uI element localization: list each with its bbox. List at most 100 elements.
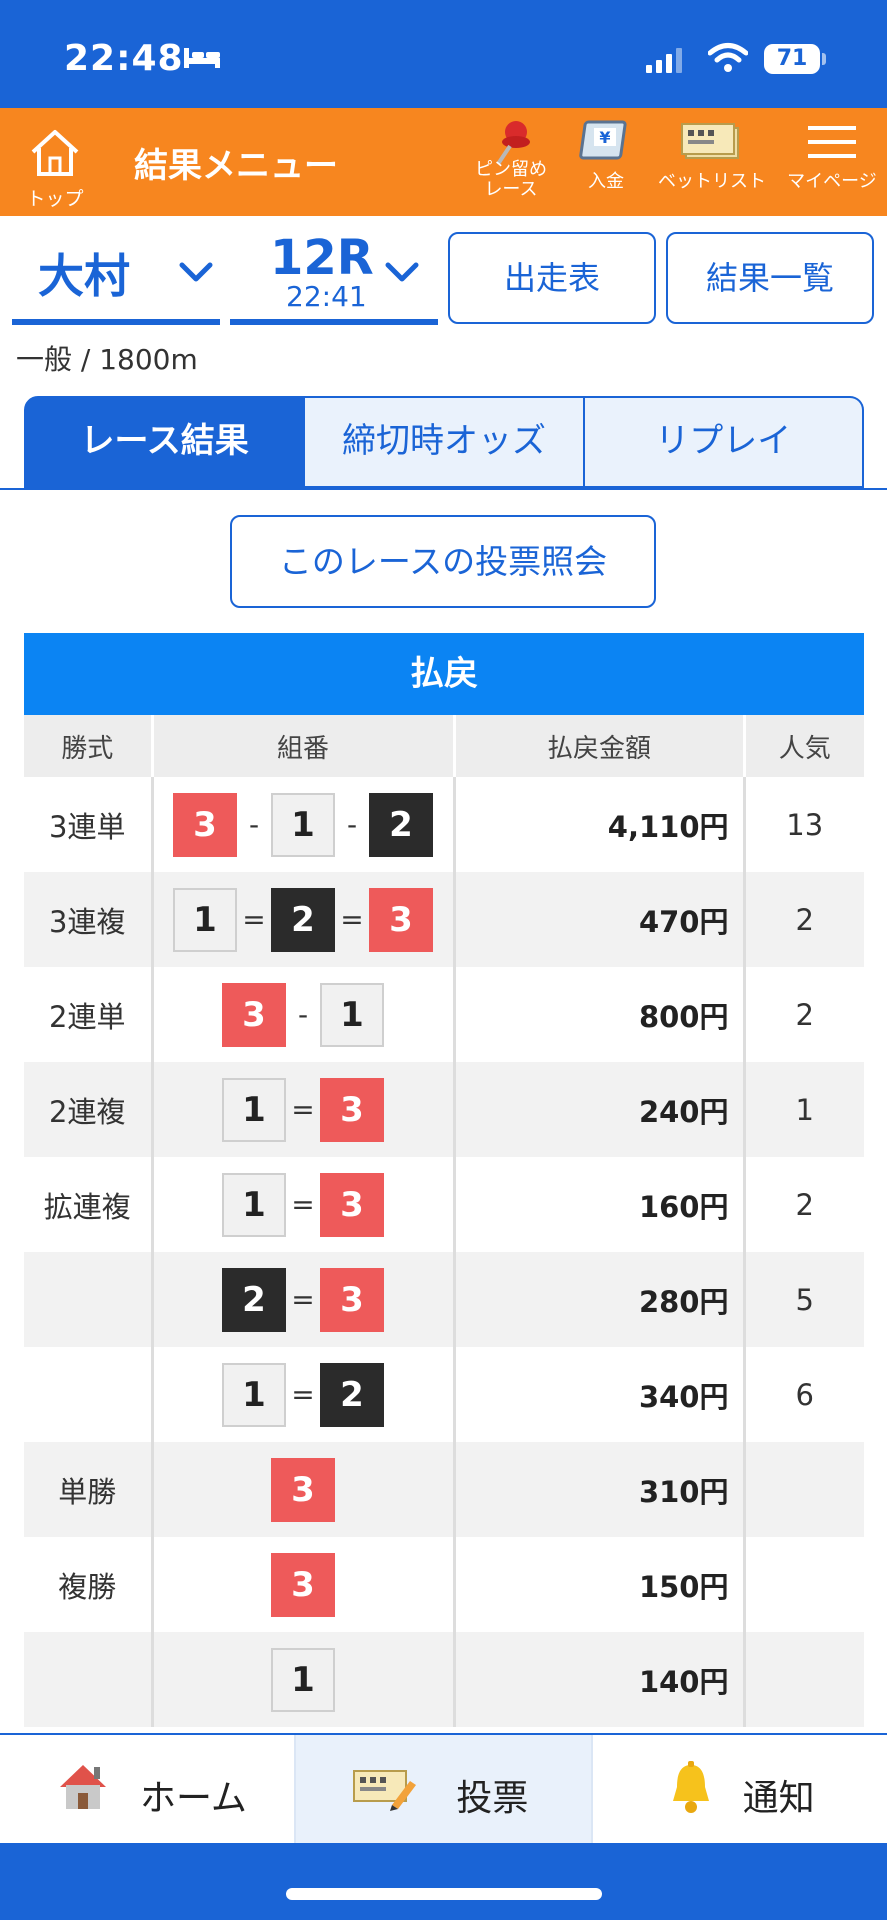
popularity: 2 bbox=[744, 872, 864, 967]
bet-type bbox=[24, 1347, 154, 1442]
race-number-selector[interactable]: 12R 22:41 bbox=[230, 230, 438, 325]
status-bar: 22:48 71 bbox=[0, 0, 887, 108]
bet-type bbox=[24, 1252, 154, 1347]
entry-table-button[interactable]: 出走表 bbox=[448, 232, 656, 324]
boat-number-badge: 2 bbox=[222, 1267, 286, 1332]
payout-row: 単勝 3 310円 bbox=[24, 1442, 864, 1537]
clock: 22:48 bbox=[64, 38, 184, 79]
my-page-button[interactable]: マイページ bbox=[780, 118, 884, 192]
boat-number-badge: 1 bbox=[222, 1077, 286, 1142]
header-combination: 組番 bbox=[152, 715, 456, 777]
top-home-label: トップ bbox=[26, 188, 84, 210]
tab-race-result[interactable]: レース結果 bbox=[24, 396, 306, 488]
home-outline-icon bbox=[31, 130, 79, 176]
popularity: 1 bbox=[744, 1062, 864, 1157]
popularity: 5 bbox=[744, 1252, 864, 1347]
bet-list-label: ベットリスト bbox=[658, 171, 766, 192]
bottom-tab-notifications[interactable]: 通知 bbox=[593, 1735, 887, 1843]
popularity: 13 bbox=[744, 777, 864, 872]
boat-number-badge: 3 bbox=[320, 1077, 384, 1142]
boat-number-badge: 3 bbox=[271, 1457, 335, 1522]
hamburger-menu-icon bbox=[808, 126, 856, 158]
combination: 1 = 3 bbox=[152, 1157, 456, 1252]
combination-separator: - bbox=[248, 808, 260, 841]
header-popularity: 人気 bbox=[744, 715, 864, 777]
venue-name: 大村 bbox=[38, 249, 130, 303]
payout-table: 勝式 組番 払戻金額 人気 3連単 3-1-2 4,110円 13 3連複 1 = 2 = 3 47… bbox=[24, 715, 864, 1727]
combination: 3 bbox=[152, 1537, 456, 1632]
payout-row: 3連単 3-1-2 4,110円 13 bbox=[24, 777, 864, 872]
payout-row: 2連単 3-1 800円 2 bbox=[24, 967, 864, 1062]
bottom-tab-vote-label: 投票 bbox=[456, 1778, 529, 1819]
popularity bbox=[744, 1442, 864, 1537]
bet-list-icon bbox=[681, 123, 739, 159]
combination: 1 = 3 bbox=[152, 1062, 456, 1157]
results-list-button[interactable]: 結果一覧 bbox=[666, 232, 874, 324]
sleep-focus-icon bbox=[184, 48, 220, 68]
bet-type: 複勝 bbox=[24, 1537, 154, 1632]
combination: 1 = 2 bbox=[152, 1347, 456, 1442]
boat-number-badge: 1 bbox=[222, 1362, 286, 1427]
svg-text:¥: ¥ bbox=[599, 128, 610, 147]
bottom-tab-vote[interactable]: 投票 bbox=[296, 1735, 593, 1843]
payout-rows: 3連単 3-1-2 4,110円 13 3連複 1 = 2 = 3 470円 2 2連単 3-1 800円 2… bbox=[24, 777, 864, 1727]
payout-header-row: 勝式 組番 払戻金額 人気 bbox=[24, 715, 864, 777]
deposit-button[interactable]: ¥ 入金 bbox=[566, 118, 646, 192]
combination: 3 bbox=[152, 1442, 456, 1537]
popularity bbox=[744, 1537, 864, 1632]
deposit-label: 入金 bbox=[588, 171, 624, 192]
tab-replay[interactable]: リプレイ bbox=[584, 396, 864, 488]
race-number: 12R bbox=[270, 230, 374, 286]
boat-number-badge: 3 bbox=[173, 792, 237, 857]
payout-row: 2 = 3 280円 5 bbox=[24, 1252, 864, 1347]
home-indicator[interactable] bbox=[286, 1888, 602, 1900]
boat-number-badge: 1 bbox=[173, 887, 237, 952]
payout-amount: 340円 bbox=[454, 1347, 746, 1442]
payout-amount: 4,110円 bbox=[454, 777, 746, 872]
vote-inquiry-button[interactable]: このレースの投票照会 bbox=[230, 515, 656, 608]
header-payout-amount: 払戻金額 bbox=[454, 715, 746, 777]
payout-row: 複勝 3 150円 bbox=[24, 1537, 864, 1632]
bet-type: 拡連複 bbox=[24, 1157, 154, 1252]
top-home-button[interactable]: トップ bbox=[20, 120, 90, 210]
combination: 3-1-2 bbox=[152, 777, 456, 872]
pin-race-label: ピン留め レース bbox=[475, 159, 547, 200]
boat-number-badge: 1 bbox=[271, 1647, 335, 1712]
boat-number-badge: 1 bbox=[320, 982, 384, 1047]
payout-amount: 280円 bbox=[454, 1252, 746, 1347]
combination-separator: - bbox=[297, 998, 309, 1031]
combination-separator: = bbox=[242, 903, 266, 936]
combination-separator: - bbox=[346, 808, 358, 841]
race-info: 一般 / 1800m bbox=[16, 343, 198, 376]
combination: 1 bbox=[152, 1632, 456, 1727]
popularity: 6 bbox=[744, 1347, 864, 1442]
bet-type: 3連単 bbox=[24, 777, 154, 872]
combination-separator: = bbox=[340, 903, 364, 936]
tab-divider bbox=[0, 488, 887, 490]
payout-row: 3連複 1 = 2 = 3 470円 2 bbox=[24, 872, 864, 967]
pin-race-button[interactable]: ピン留め レース bbox=[466, 118, 556, 200]
combination-separator: = bbox=[291, 1378, 315, 1411]
payout-amount: 310円 bbox=[454, 1442, 746, 1537]
bottom-tab-home-label: ホーム bbox=[140, 1778, 247, 1819]
chevron-down-icon bbox=[179, 262, 213, 282]
chevron-down-icon bbox=[385, 262, 419, 282]
payout-row: 1 = 2 340円 6 bbox=[24, 1347, 864, 1442]
bottom-tab-bar: ホーム 投票 通知 bbox=[0, 1733, 887, 1843]
ticket-icon bbox=[353, 1770, 417, 1811]
deposit-icon: ¥ bbox=[579, 120, 627, 160]
battery-cap bbox=[822, 53, 826, 65]
bet-type bbox=[24, 1632, 154, 1727]
battery-indicator: 71 bbox=[764, 44, 820, 74]
bet-list-button[interactable]: ベットリスト bbox=[656, 118, 768, 192]
cellular-signal-icon bbox=[646, 48, 682, 73]
bottom-tab-notifications-label: 通知 bbox=[742, 1778, 815, 1819]
boat-number-badge: 2 bbox=[271, 887, 335, 952]
bet-type: 単勝 bbox=[24, 1442, 154, 1537]
combination-separator: = bbox=[291, 1283, 315, 1316]
tab-closing-odds[interactable]: 締切時オッズ bbox=[305, 396, 585, 488]
boat-number-badge: 2 bbox=[369, 792, 433, 857]
result-tabs: レース結果 締切時オッズ リプレイ bbox=[24, 396, 864, 488]
venue-selector[interactable]: 大村 bbox=[12, 230, 220, 325]
bottom-tab-home[interactable]: ホーム bbox=[0, 1735, 297, 1843]
